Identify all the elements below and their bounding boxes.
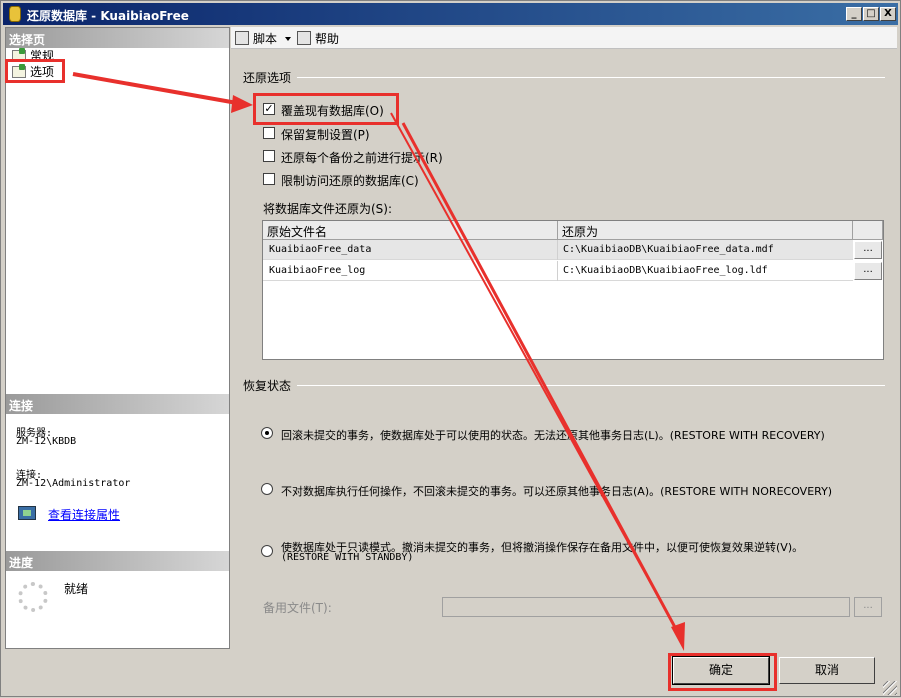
restore-with-recovery-label: 回滚未提交的事务，使数据库处于可以使用的状态。无法还原其他事务日志(L)。(RE… xyxy=(281,429,825,442)
database-icon xyxy=(9,6,21,22)
help-icon xyxy=(297,31,311,45)
connection-properties-icon xyxy=(18,506,36,520)
prompt-before-restore-checkbox[interactable] xyxy=(263,150,275,162)
connection-header: 连接 xyxy=(6,394,229,414)
restrict-access-label: 限制访问还原的数据库(C) xyxy=(281,174,419,188)
view-connection-properties-link[interactable]: 查看连接属性 xyxy=(48,506,120,523)
maximize-button[interactable]: □ xyxy=(863,7,879,21)
browse-log-file-button[interactable]: ... xyxy=(854,262,882,280)
restrict-access-checkbox[interactable] xyxy=(263,173,275,185)
divider xyxy=(297,385,885,386)
help-button[interactable]: 帮助 xyxy=(297,30,339,47)
title-bar: 还原数据库 - KuaibiaoFree _ □ X xyxy=(3,3,898,25)
restore-files-label: 将数据库文件还原为(S): xyxy=(263,202,393,216)
table-row[interactable]: KuaibiaoFree_log C:\KuaibiaoDB\KuaibiaoF… xyxy=(263,261,853,281)
preserve-replication-checkbox[interactable] xyxy=(263,127,275,139)
progress-header: 进度 xyxy=(6,551,229,571)
standby-file-browse-button[interactable]: ... xyxy=(854,597,882,617)
restore-with-norecovery-label: 不对数据库执行任何操作，不回滚未提交的事务。可以还原其他事务日志(A)。(RES… xyxy=(281,485,833,498)
recovery-state-title: 恢复状态 xyxy=(243,379,292,393)
connection-value: ZM-12\Administrator xyxy=(16,478,131,489)
restore-with-recovery-radio[interactable] xyxy=(261,427,273,439)
column-header-browse xyxy=(853,221,883,240)
original-file-cell: KuaibiaoFree_log xyxy=(269,265,366,276)
progress-spinner-icon xyxy=(18,582,48,612)
standby-file-label: 备用文件(T): xyxy=(263,601,332,615)
restore-database-window: 还原数据库 - KuaibiaoFree _ □ X 选择页 常规 选项 连接 … xyxy=(0,0,901,697)
restore-as-cell[interactable]: C:\KuaibiaoDB\KuaibiaoFree_data.mdf xyxy=(563,244,774,255)
browse-data-file-button[interactable]: ... xyxy=(854,241,882,259)
original-file-cell: KuaibiaoFree_data xyxy=(269,244,372,255)
close-button[interactable]: X xyxy=(880,7,896,21)
column-header-original[interactable]: 原始文件名 xyxy=(263,221,558,240)
divider xyxy=(557,261,558,281)
script-label: 脚本 xyxy=(253,32,278,46)
window-title: 还原数据库 - KuaibiaoFree xyxy=(27,9,189,23)
column-header-restore-as[interactable]: 还原为 xyxy=(558,221,853,240)
server-value: ZM-12\KBDB xyxy=(16,436,77,447)
annotation-arrowhead-1 xyxy=(231,95,253,113)
script-icon xyxy=(235,31,249,45)
restore-with-norecovery-radio[interactable] xyxy=(261,483,273,495)
annotation-box-overwrite xyxy=(253,93,399,125)
select-page-header: 选择页 xyxy=(6,28,229,48)
preserve-replication-label: 保留复制设置(P) xyxy=(281,128,370,142)
progress-status: 就绪 xyxy=(64,582,89,596)
help-label: 帮助 xyxy=(315,32,340,46)
divider xyxy=(297,77,885,78)
restore-with-standby-label-2: (RESTORE WITH STANDBY) xyxy=(281,552,414,563)
cancel-button[interactable]: 取消 xyxy=(779,657,875,684)
restore-files-grid: 原始文件名 还原为 KuaibiaoFree_data C:\KuaibiaoD… xyxy=(262,220,884,360)
annotation-box-ok xyxy=(668,653,777,691)
minimize-button[interactable]: _ xyxy=(846,7,862,21)
restore-options-title: 还原选项 xyxy=(243,71,292,85)
annotation-arrowhead-2 xyxy=(671,622,685,651)
toolbar: 脚本 帮助 xyxy=(231,27,897,49)
annotation-box-options xyxy=(5,59,65,83)
restore-as-cell[interactable]: C:\KuaibiaoDB\KuaibiaoFree_log.ldf xyxy=(563,265,768,276)
restore-with-standby-radio[interactable] xyxy=(261,545,273,557)
resize-grip-icon[interactable] xyxy=(883,681,897,695)
divider xyxy=(557,240,558,260)
standby-file-input[interactable] xyxy=(442,597,850,617)
script-button[interactable]: 脚本 xyxy=(235,30,277,47)
prompt-before-restore-label: 还原每个备份之前进行提示(R) xyxy=(281,151,443,165)
table-row[interactable]: KuaibiaoFree_data C:\KuaibiaoDB\Kuaibiao… xyxy=(263,240,853,260)
script-dropdown-arrow-icon[interactable] xyxy=(285,37,291,41)
left-pane: 选择页 常规 选项 连接 服务器: ZM-12\KBDB 连接: ZM-12\A… xyxy=(5,27,230,649)
